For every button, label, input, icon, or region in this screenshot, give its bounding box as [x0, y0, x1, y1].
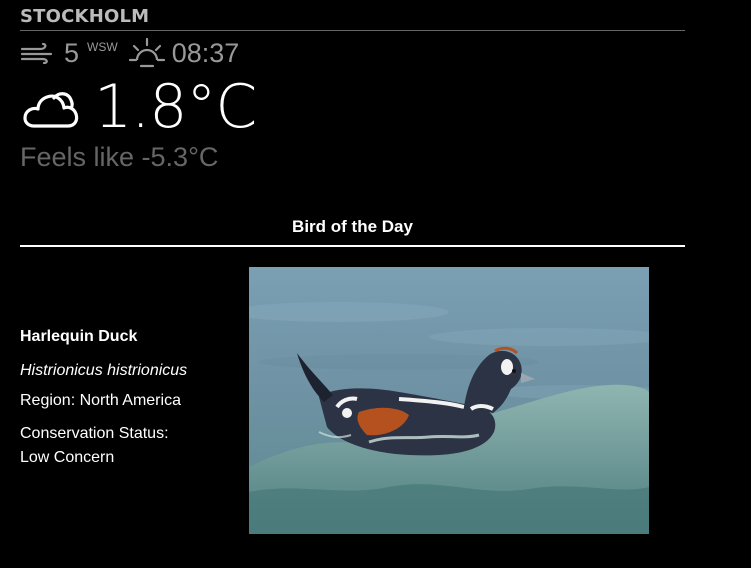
- magic-mirror-screen: STOCKHOLM 5 WSW 08:37 1.8°C Feels like -…: [0, 0, 751, 568]
- feels-like: Feels like -5.3°C: [20, 142, 219, 172]
- bird-name: Harlequin Duck: [20, 328, 138, 345]
- bird-of-the-day-header: Bird of the Day: [20, 215, 685, 247]
- cloud-icon: [23, 92, 79, 128]
- bird-scientific-name: Histrionicus histrionicus: [20, 362, 188, 379]
- weather-details-row: 5 WSW 08:37: [20, 34, 239, 72]
- bird-info: Harlequin Duck Histrionicus histrionicus…: [20, 326, 240, 470]
- harlequin-duck-photo: [249, 267, 649, 534]
- wind-speed: 5: [64, 37, 80, 68]
- sunrise-icon: [128, 37, 165, 68]
- status-label: Conservation Status:: [20, 425, 169, 442]
- bird-region: Region: North America: [20, 392, 181, 409]
- sunrise-time: 08:37: [171, 37, 240, 68]
- bird-photo: [249, 267, 649, 534]
- city-title: STOCKHOLM: [20, 5, 685, 31]
- status-value: Low Concern: [20, 449, 115, 466]
- current-weather-row: 1.8°C: [20, 72, 257, 142]
- wind-direction: WSW: [87, 40, 118, 54]
- current-temperature: 1.8°C: [94, 72, 257, 142]
- bird-conservation-status: Conservation Status: Low Concern: [20, 422, 240, 470]
- wind-icon: [20, 42, 53, 64]
